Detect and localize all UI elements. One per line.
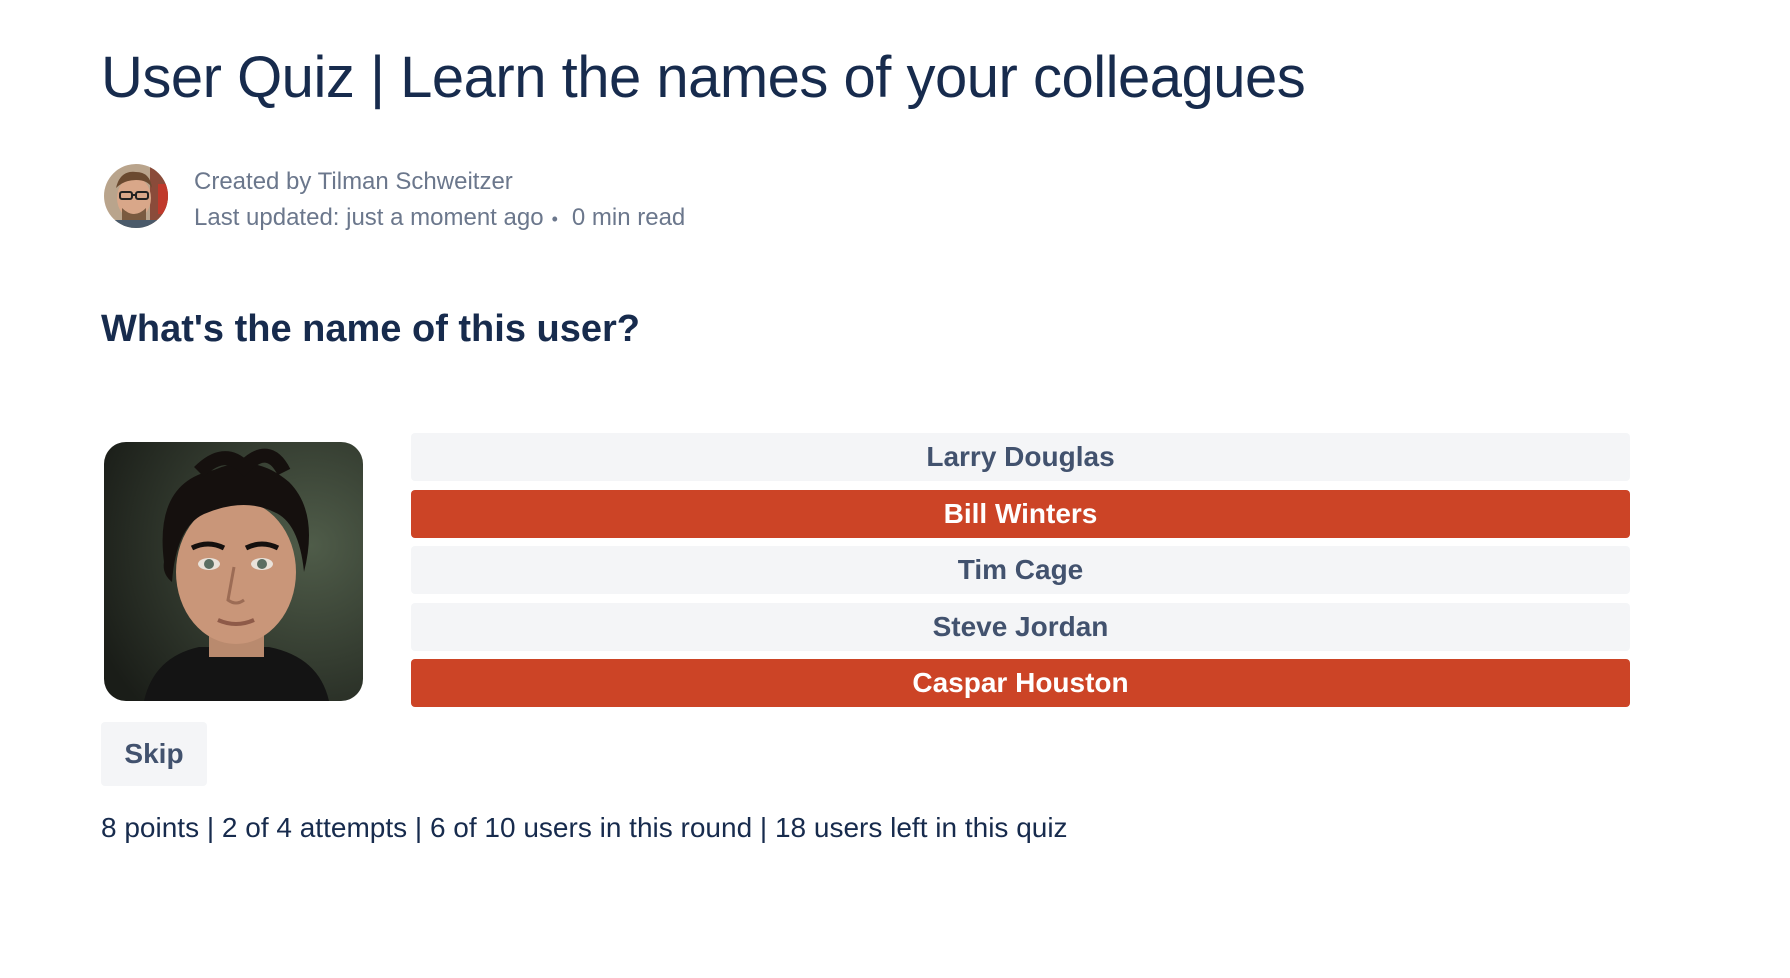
avatar-icon <box>104 164 168 228</box>
answer-options: Larry Douglas Bill Winters Tim Cage Stev… <box>411 433 1630 716</box>
user-photo <box>104 442 363 701</box>
byline-meta: Created by Tilman Schweitzer Last update… <box>194 164 685 237</box>
byline: Created by Tilman Schweitzer Last update… <box>104 164 685 237</box>
quiz-question: What's the name of this user? <box>101 308 640 350</box>
answer-option-4[interactable]: Steve Jordan <box>411 602 1630 651</box>
separator-dot: • <box>551 208 558 229</box>
quiz-status: 8 points | 2 of 4 attempts | 6 of 10 use… <box>101 812 1068 843</box>
updated-row: Last updated: just a moment ago • 0 min re… <box>194 200 685 237</box>
user-photo-icon <box>104 442 363 701</box>
author-avatar[interactable] <box>104 164 168 228</box>
skip-button[interactable]: Skip <box>101 722 207 786</box>
answer-option-3[interactable]: Tim Cage <box>411 546 1630 594</box>
last-updated: Last updated: just a moment ago <box>194 204 544 231</box>
answer-option-2[interactable]: Bill Winters <box>411 489 1630 538</box>
answer-option-5[interactable]: Caspar Houston <box>411 659 1630 707</box>
page-title: User Quiz | Learn the names of your coll… <box>101 45 1306 110</box>
created-by: Created by Tilman Schweitzer <box>194 168 513 195</box>
read-time: 0 min read <box>571 204 686 231</box>
answer-option-1[interactable]: Larry Douglas <box>411 433 1630 481</box>
